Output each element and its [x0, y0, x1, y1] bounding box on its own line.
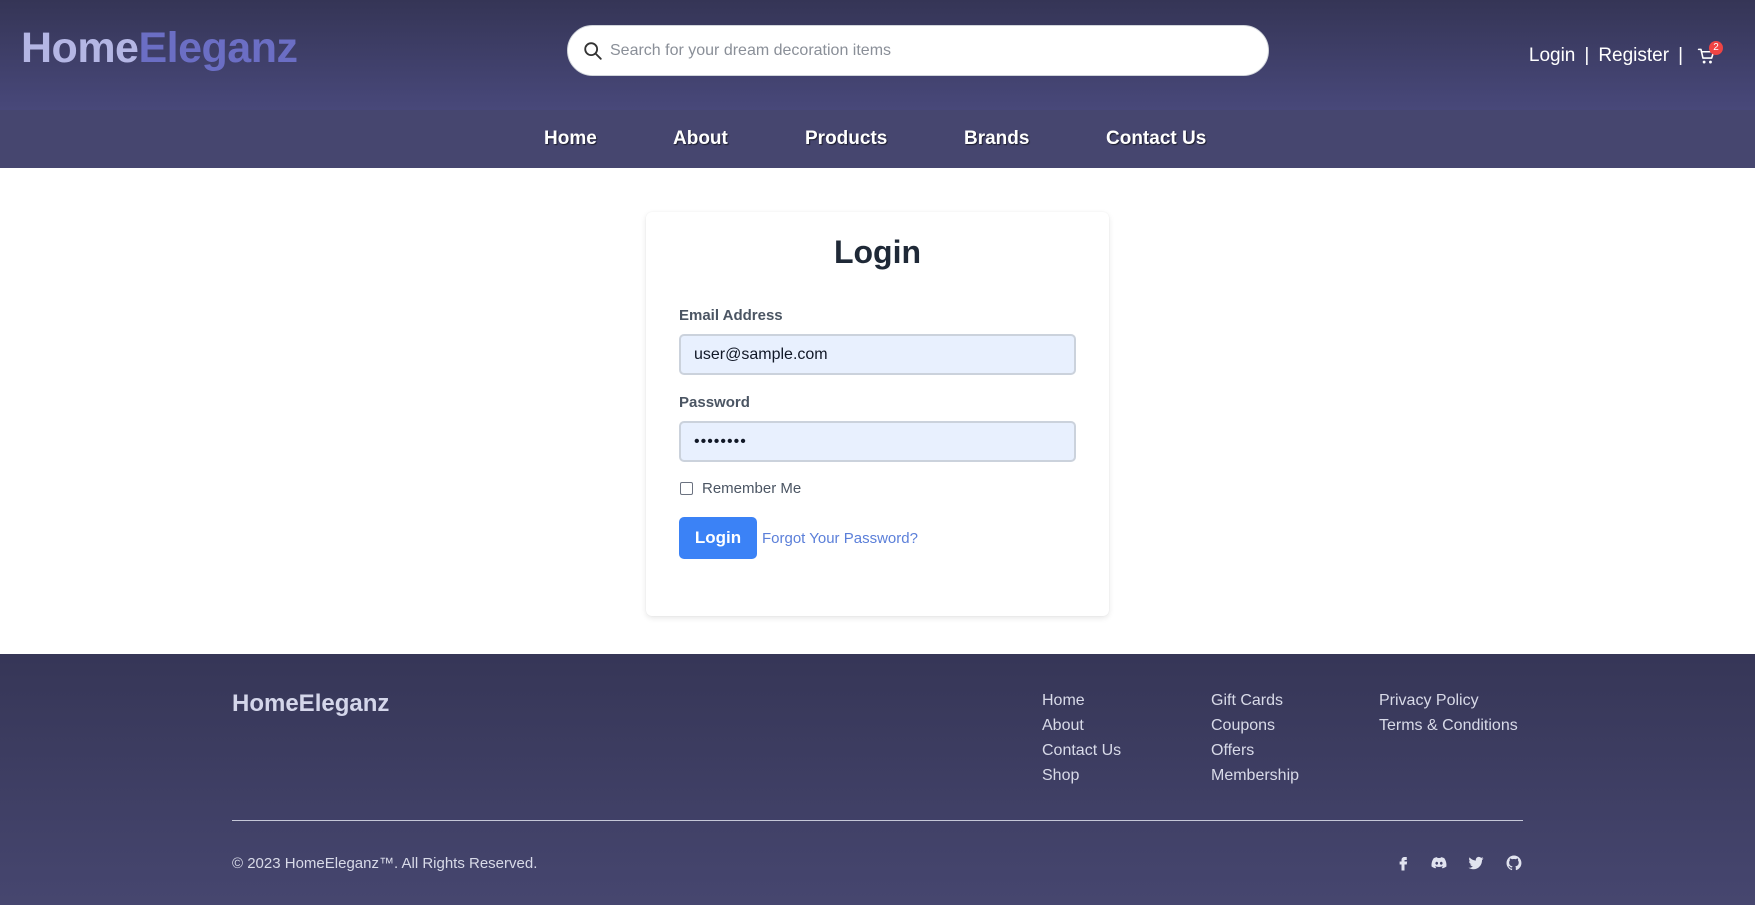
login-title: Login	[833, 234, 922, 270]
search-icon[interactable]	[582, 40, 604, 62]
auth-separator: |	[1584, 45, 1590, 66]
forgot-password-link[interactable]: Forgot Your Password?	[762, 530, 918, 547]
remember-me[interactable]: Remember Me	[679, 480, 801, 497]
auth-separator: |	[1678, 45, 1683, 66]
remember-me-checkbox[interactable]	[680, 482, 693, 495]
remember-me-label: Remember Me	[702, 480, 802, 497]
password-label: Password	[679, 394, 750, 411]
main-nav: Home About Products Brands Contact Us	[0, 110, 1755, 168]
copyright-text: © 2023 HomeEleganz™. All Rights Reserved…	[232, 855, 538, 872]
footer-link-terms[interactable]: Terms & Conditions	[1379, 713, 1518, 738]
footer-column-legal: Privacy Policy Terms & Conditions	[1379, 688, 1518, 738]
nav-item-brands[interactable]: Brands	[964, 128, 1029, 150]
nav-item-products[interactable]: Products	[805, 128, 887, 150]
footer-divider	[232, 820, 1523, 821]
footer-link-coupons[interactable]: Coupons	[1211, 713, 1299, 738]
nav-item-about[interactable]: About	[673, 128, 728, 150]
footer-link-membership[interactable]: Membership	[1211, 763, 1299, 788]
nav-item-home[interactable]: Home	[544, 128, 597, 150]
login-link[interactable]: Login	[1529, 44, 1576, 68]
github-icon[interactable]	[1505, 854, 1523, 872]
brand-logo-eleganz: Eleganz	[138, 24, 298, 72]
footer-column-offers: Gift Cards Coupons Offers Membership	[1211, 688, 1299, 788]
nav-item-contact-us[interactable]: Contact Us	[1106, 128, 1206, 150]
footer-link-about[interactable]: About	[1042, 713, 1121, 738]
site-footer: HomeEleganz Home About Contact Us Shop G…	[0, 654, 1755, 905]
footer-link-contact-us[interactable]: Contact Us	[1042, 738, 1121, 763]
footer-link-home[interactable]: Home	[1042, 688, 1121, 713]
login-button[interactable]: Login	[679, 517, 757, 559]
footer-link-privacy-policy[interactable]: Privacy Policy	[1379, 688, 1518, 713]
login-card: Login Email Address Password Remember Me…	[646, 212, 1109, 616]
footer-column-main: Home About Contact Us Shop	[1042, 688, 1121, 788]
footer-link-offers[interactable]: Offers	[1211, 738, 1299, 763]
search-input[interactable]	[610, 34, 1250, 68]
email-label: Email Address	[679, 307, 783, 324]
password-field[interactable]	[679, 421, 1076, 462]
brand-logo[interactable]: HomeEleganz	[21, 22, 298, 74]
search-bar	[567, 25, 1269, 76]
facebook-icon[interactable]	[1394, 854, 1412, 872]
footer-brand: HomeEleganz	[232, 690, 390, 717]
email-field[interactable]	[679, 334, 1076, 375]
top-bar: HomeEleganz Login | Register | 2	[0, 0, 1755, 110]
footer-link-shop[interactable]: Shop	[1042, 763, 1121, 788]
register-link[interactable]: Register	[1598, 44, 1669, 68]
cart-count-badge: 2	[1709, 41, 1723, 55]
auth-links: Login | Register | 2	[1529, 41, 1723, 68]
cart-button[interactable]: 2	[1697, 41, 1723, 67]
brand-logo-home: Home	[21, 24, 139, 72]
footer-link-gift-cards[interactable]: Gift Cards	[1211, 688, 1299, 713]
discord-icon[interactable]	[1430, 854, 1448, 872]
twitter-icon[interactable]	[1467, 854, 1485, 872]
